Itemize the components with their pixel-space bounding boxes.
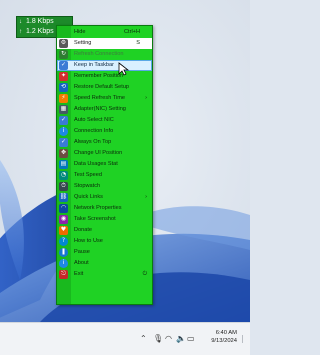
menu-item-how-to-use[interactable]: ? How to Use xyxy=(57,236,152,247)
microphone-icon[interactable]: 🎙 xyxy=(153,335,163,343)
mouse-cursor-icon xyxy=(118,62,130,76)
taskbar: ⌃ 🎙 ◠ 🔈 ▭ 6:40 AM 9/13/2024 xyxy=(0,322,250,355)
menu-item-test-speed[interactable]: ◔ Test Speed xyxy=(57,170,152,181)
menu-item-change-ui-position[interactable]: ✥ Change UI Position xyxy=(57,148,152,159)
menu-item-keep-in-taskbar[interactable]: ✓ Keep in Taskbar xyxy=(57,60,152,71)
checkmark-icon: ✓ xyxy=(59,116,68,125)
donate-icon: ♥ xyxy=(59,226,68,235)
speedometer-icon: ◔ xyxy=(59,171,68,180)
menu-item-label: How to Use xyxy=(74,238,103,244)
menu-item-label: Exit xyxy=(74,271,84,277)
menu-item-shortcut: S xyxy=(136,40,140,46)
menu-item-exit[interactable]: ⎋ Exit ⏻ xyxy=(57,269,152,280)
menu-item-label: Always On Top xyxy=(74,139,112,145)
menu-item-shortcut: Ctrl+H xyxy=(123,29,140,35)
chevron-up-icon[interactable]: ⌃ xyxy=(140,335,147,343)
menu-item-auto-select-nic[interactable]: ✓ Auto Select NIC xyxy=(57,115,152,126)
upload-speed: 1.2 Kbps xyxy=(26,28,54,35)
menu-item-about[interactable]: i About xyxy=(57,258,152,269)
menu-item-label: Remember Position xyxy=(74,73,124,79)
system-clock[interactable]: 6:40 AM 9/13/2024 xyxy=(197,329,237,345)
menu-item-label: Change UI Position xyxy=(74,150,123,156)
pin-icon: ✦ xyxy=(59,72,68,81)
help-icon: ? xyxy=(59,237,68,246)
menu-item-label: About xyxy=(74,260,89,266)
menu-item-label: Connection Info xyxy=(74,128,114,134)
menu-item-label: Pause xyxy=(74,249,90,255)
menu-item-label: Keep in Taskbar xyxy=(74,62,115,68)
power-icon: ⏻ xyxy=(142,271,147,277)
menu-item-label: Hide xyxy=(74,29,86,35)
menu-item-adapter-setting[interactable]: ▦ Adapter(NIC) Setting xyxy=(57,104,152,115)
menu-item-refresh-connection[interactable]: ↻ Refresh Connection xyxy=(57,49,152,60)
menu-item-remember-position[interactable]: ✦ Remember Position xyxy=(57,71,152,82)
menu-item-speed-refresh-time[interactable]: ⚡ Speed Refresh Time › xyxy=(57,93,152,104)
refresh-icon: ↻ xyxy=(59,50,68,59)
network-adapter-icon: ▦ xyxy=(59,105,68,114)
upload-arrow-icon: ↑ xyxy=(19,29,22,35)
clock-time: 6:40 AM xyxy=(215,330,237,336)
menu-item-label: Speed Refresh Time xyxy=(74,95,125,101)
restore-icon: ⟲ xyxy=(59,83,68,92)
settings-icon: ⚙ xyxy=(59,39,68,48)
camera-icon: ◉ xyxy=(59,215,68,224)
menu-item-network-properties[interactable]: ◠ Network Properties xyxy=(57,203,152,214)
wifi-icon: ◠ xyxy=(59,204,68,213)
info-icon: i xyxy=(59,127,68,136)
show-desktop-button[interactable] xyxy=(242,335,247,343)
checkmark-icon: ✓ xyxy=(59,61,68,70)
menu-item-label: Data Usages Stat xyxy=(74,161,118,167)
speed-icon: ⚡ xyxy=(59,94,68,103)
wifi-icon[interactable]: ◠ xyxy=(165,335,172,343)
menu-item-always-on-top[interactable]: ✓ Always On Top xyxy=(57,137,152,148)
menu-item-connection-info[interactable]: i Connection Info xyxy=(57,126,152,137)
menu-item-donate[interactable]: ♥ Donate xyxy=(57,225,152,236)
menu-item-setting[interactable]: ⚙ Setting S xyxy=(57,38,152,49)
download-speed: 1.8 Kbps xyxy=(26,18,54,25)
menu-item-take-screenshot[interactable]: ◉ Take Screenshot xyxy=(57,214,152,225)
speaker-icon[interactable]: 🔈 xyxy=(176,335,186,343)
menu-item-label: Network Properties xyxy=(74,205,122,211)
menu-item-quick-links[interactable]: ⛓ Quick Links › xyxy=(57,192,152,203)
menu-item-label: Auto Select NIC xyxy=(74,117,114,123)
menu-item-pause[interactable]: ❚ Pause xyxy=(57,247,152,258)
menu-item-label: Adapter(NIC) Setting xyxy=(74,106,126,112)
about-icon: i xyxy=(59,259,68,268)
context-menu: Hide Ctrl+H ⚙ Setting S ↻ Refresh Connec… xyxy=(56,25,153,305)
menu-item-label: Refresh Connection xyxy=(74,51,124,57)
menu-item-label: Setting xyxy=(74,40,92,46)
menu-item-label: Test Speed xyxy=(74,172,102,178)
download-arrow-icon: ↓ xyxy=(19,19,22,25)
menu-item-label: Quick Links xyxy=(74,194,103,200)
menu-item-hide[interactable]: Hide Ctrl+H xyxy=(57,27,152,38)
menu-item-label: Donate xyxy=(74,227,93,233)
menu-item-restore-default-setup[interactable]: ⟲ Restore Default Setup xyxy=(57,82,152,93)
stopwatch-icon: ⏱ xyxy=(59,182,68,191)
battery-icon[interactable]: ▭ xyxy=(187,335,195,343)
menu-item-stopwatch[interactable]: ⏱ Stopwatch xyxy=(57,181,152,192)
exit-icon: ⎋ xyxy=(59,270,68,279)
menu-item-label: Take Screenshot xyxy=(74,216,116,222)
link-icon: ⛓ xyxy=(59,193,68,202)
menu-item-data-usages-stat[interactable]: ▤ Data Usages Stat xyxy=(57,159,152,170)
pause-icon: ❚ xyxy=(59,248,68,257)
position-icon: ✥ xyxy=(59,149,68,158)
submenu-arrow-icon: › xyxy=(145,95,147,101)
menu-item-label: Restore Default Setup xyxy=(74,84,130,90)
checkmark-icon: ✓ xyxy=(59,138,68,147)
menu-item-label: Stopwatch xyxy=(74,183,101,189)
submenu-arrow-icon: › xyxy=(145,194,147,200)
clock-date: 9/13/2024 xyxy=(211,338,237,344)
stats-icon: ▤ xyxy=(59,160,68,169)
